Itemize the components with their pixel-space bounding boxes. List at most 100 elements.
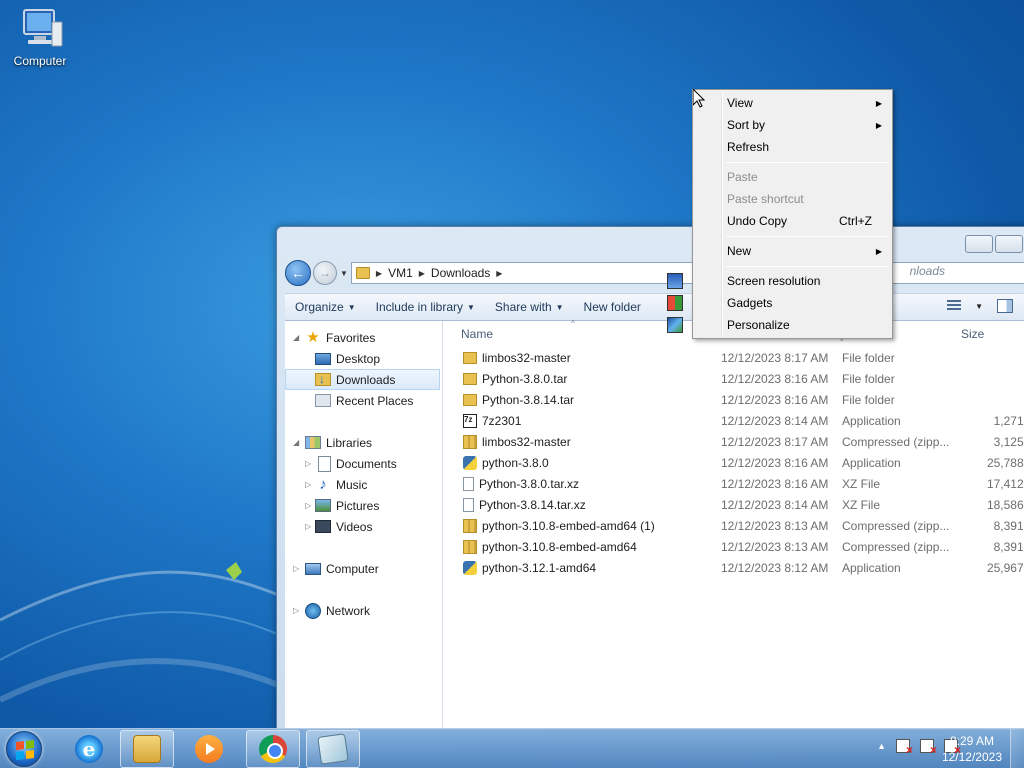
- file-name-cell: Python-3.8.14.tar.xz: [463, 497, 586, 512]
- file-row[interactable]: python-3.8.0 12/12/2023 8:16 AM Applicatio…: [443, 452, 1024, 473]
- taskbar-notepad[interactable]: [306, 730, 360, 768]
- file-row[interactable]: Python-3.8.0.tar.xz 12/12/2023 8:16 AM XZ …: [443, 473, 1024, 494]
- file-icon: [463, 497, 474, 512]
- search-input[interactable]: nloads: [910, 264, 945, 278]
- nav-downloads[interactable]: Downloads: [285, 369, 440, 390]
- organize-label: Organize: [295, 300, 344, 314]
- nav-music[interactable]: ▷ ♪ Music: [285, 474, 442, 495]
- collapse-triangle-icon[interactable]: ▷: [305, 501, 311, 510]
- nav-videos[interactable]: ▷ Videos: [285, 516, 442, 537]
- collapse-triangle-icon[interactable]: ▷: [305, 522, 311, 531]
- menu-separator: [726, 236, 889, 237]
- breadcrumb-vm1[interactable]: VM1: [388, 266, 413, 280]
- python-installer-icon: [463, 455, 477, 470]
- nav-desktop[interactable]: Desktop: [285, 348, 442, 369]
- back-button[interactable]: ←: [285, 260, 311, 286]
- menu-item-label: Undo Copy: [727, 214, 788, 228]
- column-name-header[interactable]: Name: [461, 327, 493, 341]
- explorer-window[interactable]: ← → ▼ ▶ VM1 ▶ Downloads ▶ nloads Organiz…: [276, 226, 1024, 730]
- menu-item-refresh[interactable]: Refresh: [695, 136, 890, 158]
- file-list: ^ Name y Size limbos32-master12/12/2023 …: [443, 319, 1024, 729]
- expand-triangle-icon[interactable]: ◢: [293, 438, 299, 447]
- command-bar: Organize ▼ Include in library ▼ Share with…: [285, 293, 1024, 321]
- menu-item-label: Sort by: [727, 118, 766, 132]
- include-in-library-button[interactable]: Include in library ▼: [366, 294, 485, 320]
- file-row[interactable]: limbos32-master 12/12/2023 8:17 AM File fo…: [443, 347, 1024, 368]
- file-name: Python-3.8.0.tar: [482, 371, 568, 386]
- nav-pictures[interactable]: ▷ Pictures: [285, 495, 442, 516]
- new-folder-button[interactable]: New folder: [574, 294, 651, 320]
- menu-item-view[interactable]: View ▶: [695, 92, 890, 114]
- file-name-cell: Python-3.8.14.tar: [463, 393, 574, 407]
- nav-computer[interactable]: ▷ Computer: [285, 558, 442, 579]
- start-button[interactable]: [6, 731, 42, 767]
- submenu-arrow-icon: ▶: [875, 246, 882, 256]
- breadcrumb-downloads[interactable]: Downloads: [431, 266, 490, 280]
- forward-button[interactable]: →: [313, 261, 337, 285]
- file-row[interactable]: 7z2301 12/12/2023 8:14 AM Application 1,271…: [443, 410, 1024, 431]
- file-row[interactable]: python-3.12.1-amd64 12/12/2023 8:12 AM App…: [443, 557, 1024, 578]
- collapse-triangle-icon[interactable]: ▷: [305, 480, 311, 489]
- caret-down-icon[interactable]: ▼: [975, 302, 983, 311]
- network-status-icon[interactable]: [920, 739, 937, 757]
- action-center-flag-icon[interactable]: [896, 739, 913, 757]
- preview-pane-icon[interactable]: [997, 299, 1013, 313]
- collapse-triangle-icon[interactable]: ▷: [293, 606, 299, 615]
- include-in-library-label: Include in library: [375, 300, 463, 314]
- show-desktop-button[interactable]: [1010, 729, 1024, 768]
- breadcrumb-separator-icon[interactable]: ▶: [419, 269, 425, 278]
- menu-item-undo-copy[interactable]: Undo Copy Ctrl+Z: [695, 210, 890, 232]
- minimize-button[interactable]: [965, 235, 993, 253]
- nav-documents[interactable]: ▷ Documents: [285, 453, 442, 474]
- share-with-button[interactable]: Share with ▼: [485, 294, 574, 320]
- history-dropdown-icon[interactable]: ▼: [340, 269, 348, 278]
- internet-explorer-icon: e: [75, 735, 103, 763]
- file-name: Python-3.8.0.tar.xz: [479, 476, 580, 491]
- nav-recent-places[interactable]: Recent Places: [285, 390, 442, 411]
- file-type: Application: [842, 413, 901, 428]
- view-controls: ▼: [947, 299, 1013, 313]
- file-size: 8,391 KE: [993, 518, 1024, 533]
- organize-button[interactable]: Organize ▼: [285, 294, 366, 320]
- menu-item-gadgets[interactable]: Gadgets: [667, 292, 890, 314]
- file-row[interactable]: Python-3.8.14.tar 12/12/2023 8:16 AM File …: [443, 389, 1024, 410]
- nav-libraries[interactable]: ◢ Libraries: [285, 432, 442, 453]
- expand-triangle-icon[interactable]: ◢: [293, 333, 299, 342]
- taskbar-media-player[interactable]: [182, 730, 236, 768]
- menu-item-label: Screen resolution: [727, 274, 821, 288]
- star-icon: ★: [306, 328, 320, 346]
- system-clock[interactable]: 8:29 AM 12/12/2023: [942, 733, 1002, 765]
- collapse-triangle-icon[interactable]: ▷: [293, 564, 299, 573]
- taskbar-internet-explorer[interactable]: e: [62, 730, 116, 768]
- show-hidden-icons-icon[interactable]: ▲: [877, 741, 886, 751]
- breadcrumb-separator-icon[interactable]: ▶: [496, 269, 502, 278]
- file-row[interactable]: Python-3.8.0.tar 12/12/2023 8:16 AM File f…: [443, 368, 1024, 389]
- file-row[interactable]: python-3.10.8-embed-amd64 12/12/2023 8:13…: [443, 536, 1024, 557]
- taskbar-file-explorer[interactable]: [120, 730, 174, 768]
- nav-favorites[interactable]: ◢ ★ Favorites: [285, 327, 442, 348]
- desktop-icon-label: Computer: [13, 54, 67, 68]
- file-row[interactable]: Python-3.8.14.tar.xz 12/12/2023 8:14 AM XZ…: [443, 494, 1024, 515]
- taskbar-chrome[interactable]: [246, 730, 300, 768]
- collapse-triangle-icon[interactable]: ▷: [305, 459, 311, 468]
- menu-item-label: New: [727, 244, 752, 258]
- change-view-icon[interactable]: [947, 300, 962, 312]
- menu-item-screen-resolution[interactable]: Screen resolution: [667, 270, 890, 292]
- menu-item-shortcut: Ctrl+Z: [839, 214, 872, 228]
- breadcrumb-separator-icon[interactable]: ▶: [376, 269, 382, 278]
- notepad-icon: [317, 733, 349, 765]
- file-row[interactable]: python-3.10.8-embed-amd64 (1) 12/12/2023 …: [443, 515, 1024, 536]
- file-date: 12/12/2023 8:13 AM: [721, 539, 829, 554]
- menu-item-new[interactable]: New ▶: [695, 240, 890, 262]
- menu-item-sort-by[interactable]: Sort by ▶: [695, 114, 890, 136]
- nav-network[interactable]: ▷ Network: [285, 600, 442, 621]
- column-size-header[interactable]: Size: [961, 327, 984, 341]
- maximize-button[interactable]: [995, 235, 1023, 253]
- file-type: Compressed (zipp...: [842, 518, 950, 533]
- menu-item-personalize[interactable]: Personalize: [667, 314, 890, 336]
- desktop-icon-computer[interactable]: Computer: [6, 8, 74, 68]
- file-name-cell: 7z2301: [463, 413, 521, 428]
- file-row[interactable]: limbos32-master 12/12/2023 8:17 AM Compres…: [443, 431, 1024, 452]
- windows-logo-icon: [16, 740, 34, 760]
